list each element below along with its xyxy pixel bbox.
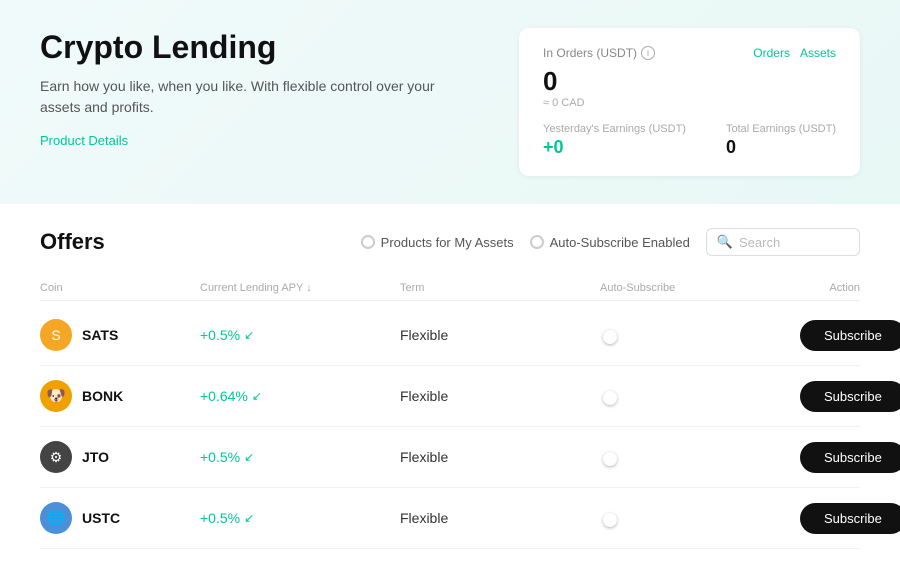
radio-my-assets	[361, 235, 375, 249]
page-title: Crypto Lending	[40, 28, 479, 66]
term-value-ustc: Flexible	[400, 510, 600, 526]
auto-subscribe-toggle-sats[interactable]	[600, 327, 800, 343]
yesterday-label: Yesterday's Earnings (USDT)	[543, 123, 686, 135]
offers-title: Offers	[40, 229, 105, 255]
info-icon[interactable]: i	[641, 46, 655, 60]
filter-auto-subscribe[interactable]: Auto-Subscribe Enabled	[530, 235, 690, 250]
yesterday-value: +0	[543, 137, 564, 157]
in-orders-label: In Orders (USDT) i	[543, 46, 655, 60]
table-row: ⚙ JTO +0.5% ↙ Flexible Subscribe	[40, 427, 860, 488]
assets-link[interactable]: Assets	[800, 46, 836, 60]
action-cell-bonk: Subscribe	[800, 381, 900, 412]
coin-icon-bonk: 🐶	[40, 380, 72, 412]
col-apy-header: Current Lending APY ↓	[200, 282, 400, 294]
apy-value-jto: +0.5% ↙	[200, 449, 400, 465]
term-value-bonk: Flexible	[400, 388, 600, 404]
filter-auto-subscribe-label: Auto-Subscribe Enabled	[550, 235, 690, 250]
stats-card: In Orders (USDT) i Orders Assets 0 ≈ 0 C…	[519, 28, 860, 176]
coin-icon-ustc: 🌐	[40, 502, 72, 534]
total-value: 0	[726, 137, 736, 157]
action-cell-ustc: Subscribe	[800, 503, 900, 534]
coin-cell-jto: ⚙ JTO	[40, 441, 200, 473]
col-auto-subscribe-header: Auto-Subscribe	[600, 282, 800, 294]
apy-value-sats: +0.5% ↙	[200, 327, 400, 343]
coin-cell-sats: S SATS	[40, 319, 200, 351]
radio-auto-subscribe	[530, 235, 544, 249]
coin-cell-bonk: 🐶 BONK	[40, 380, 200, 412]
search-icon: 🔍	[717, 234, 733, 250]
total-earnings: Total Earnings (USDT) 0	[726, 123, 836, 158]
table-row: S SATS +0.5% ↙ Flexible Subscribe	[40, 305, 860, 366]
table-body: S SATS +0.5% ↙ Flexible Subscribe 🐶 BONK	[40, 305, 860, 549]
apy-value-bonk: +0.64% ↙	[200, 388, 400, 404]
filter-my-assets-label: Products for My Assets	[381, 235, 514, 250]
apy-value-ustc: +0.5% ↙	[200, 510, 400, 526]
chart-icon: ↙	[244, 511, 254, 525]
table-row: 🐶 BONK +0.64% ↙ Flexible Subscribe	[40, 366, 860, 427]
in-orders-sub: ≈ 0 CAD	[543, 97, 836, 109]
orders-link[interactable]: Orders	[753, 46, 790, 60]
earnings-row: Yesterday's Earnings (USDT) +0 Total Ear…	[543, 123, 836, 158]
stats-top-row: In Orders (USDT) i Orders Assets	[543, 46, 836, 60]
subscribe-button-ustc[interactable]: Subscribe	[800, 503, 900, 534]
offers-filters: Products for My Assets Auto-Subscribe En…	[361, 228, 860, 256]
coin-icon-jto: ⚙	[40, 441, 72, 473]
coin-name-ustc: USTC	[82, 510, 120, 526]
auto-subscribe-toggle-ustc[interactable]	[600, 510, 800, 526]
hero-subtitle: Earn how you like, when you like. With f…	[40, 76, 460, 118]
chart-icon: ↙	[252, 389, 262, 403]
term-value-sats: Flexible	[400, 327, 600, 343]
table-header: Coin Current Lending APY ↓ Term Auto-Sub…	[40, 276, 860, 301]
search-box: 🔍	[706, 228, 860, 256]
offers-section: Offers Products for My Assets Auto-Subsc…	[0, 204, 900, 573]
subscribe-button-sats[interactable]: Subscribe	[800, 320, 900, 351]
table-row: 🌐 USTC +0.5% ↙ Flexible Subscribe	[40, 488, 860, 549]
coin-name-jto: JTO	[82, 449, 109, 465]
in-orders-value: 0	[543, 66, 836, 97]
chart-icon: ↙	[244, 328, 254, 342]
coin-cell-ustc: 🌐 USTC	[40, 502, 200, 534]
product-details-link[interactable]: Product Details	[40, 133, 128, 148]
col-coin-header: Coin	[40, 282, 200, 294]
term-value-jto: Flexible	[400, 449, 600, 465]
yesterday-earnings: Yesterday's Earnings (USDT) +0	[543, 123, 686, 158]
total-label: Total Earnings (USDT)	[726, 123, 836, 135]
subscribe-button-bonk[interactable]: Subscribe	[800, 381, 900, 412]
auto-subscribe-toggle-bonk[interactable]	[600, 388, 800, 404]
col-action-header: Action	[800, 282, 860, 294]
coin-icon-sats: S	[40, 319, 72, 351]
coin-name-sats: SATS	[82, 327, 118, 343]
search-input[interactable]	[739, 235, 849, 250]
action-cell-sats: Subscribe	[800, 320, 900, 351]
subscribe-button-jto[interactable]: Subscribe	[800, 442, 900, 473]
offers-header: Offers Products for My Assets Auto-Subsc…	[40, 228, 860, 256]
chart-icon: ↙	[244, 450, 254, 464]
hero-section: Crypto Lending Earn how you like, when y…	[0, 0, 900, 204]
filter-my-assets[interactable]: Products for My Assets	[361, 235, 514, 250]
action-cell-jto: Subscribe	[800, 442, 900, 473]
col-term-header: Term	[400, 282, 600, 294]
coin-name-bonk: BONK	[82, 388, 123, 404]
auto-subscribe-toggle-jto[interactable]	[600, 449, 800, 465]
hero-left: Crypto Lending Earn how you like, when y…	[40, 28, 479, 148]
stats-links: Orders Assets	[753, 46, 836, 60]
